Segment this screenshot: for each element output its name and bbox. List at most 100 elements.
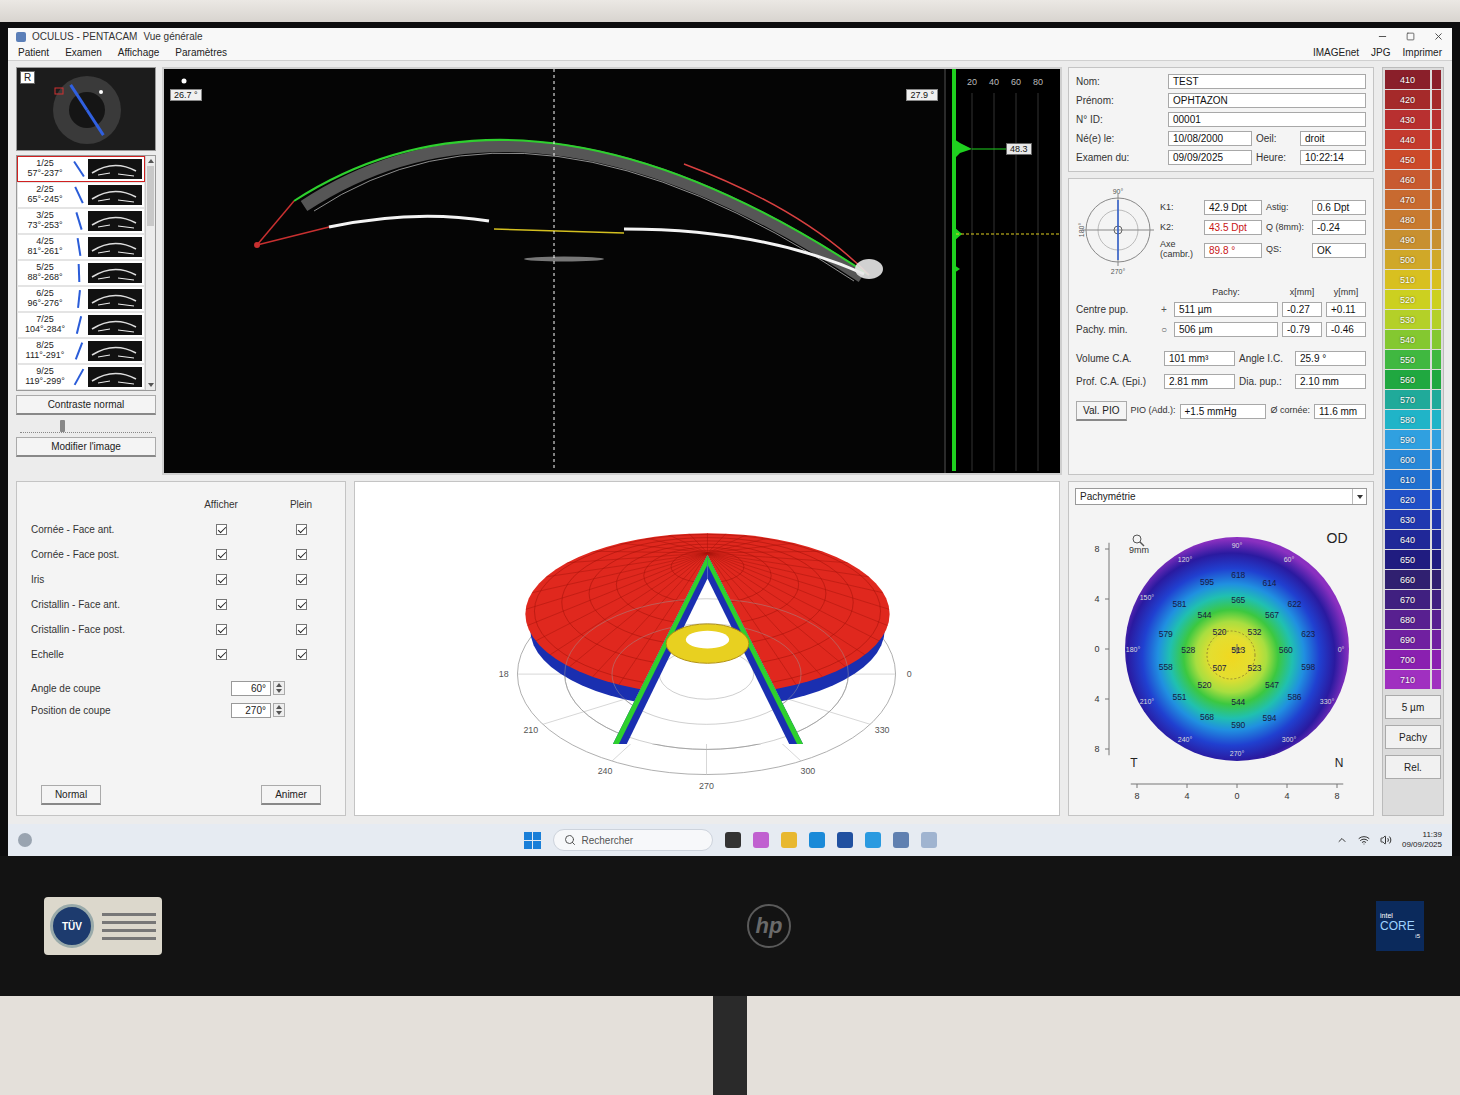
fill-checkbox[interactable] [296,574,307,585]
field-value[interactable]: TEST [1168,74,1366,89]
field-value[interactable]: 09/09/2025 [1168,150,1252,165]
peak-value: 48.3 [1006,143,1032,155]
scan-label: 4/2581°-261° [18,235,72,259]
scan-row[interactable]: 5/2588°-268° [17,260,145,286]
field-value[interactable]: OPHTAZON [1168,93,1366,108]
pentacam-icon[interactable] [893,832,909,848]
kerato-value: 0.6 Dpt [1312,200,1366,215]
step-button[interactable]: 5 µm [1385,695,1441,719]
scan-row[interactable]: 9/25119°-299° [17,364,145,390]
menu-item[interactable]: Patient [18,47,49,58]
close-icon[interactable] [1433,31,1444,42]
scan-row[interactable]: 8/25111°-291° [17,338,145,364]
field-value[interactable]: 10:22:14 [1300,150,1366,165]
kerato-value: 43.5 Dpt [1204,220,1262,235]
tray-chevron-icon[interactable] [1336,834,1348,846]
scale-step: 650 [1385,550,1441,569]
scale-mode-button[interactable]: Rel. [1385,755,1441,779]
widget-icon[interactable] [18,833,32,847]
search-box[interactable]: Rechercher [553,829,713,851]
fill-checkbox[interactable] [296,599,307,610]
store-icon[interactable] [837,832,853,848]
toolbar-item[interactable]: IMAGEnet [1313,47,1359,58]
spin-input[interactable]: 270° [231,703,331,718]
folder-icon[interactable] [781,832,797,848]
menu-item[interactable]: Examen [65,47,102,58]
scan-angle-icon [72,235,86,259]
menu-item[interactable]: Affichage [118,47,160,58]
imagenet-icon[interactable] [865,832,881,848]
axis-tick: 8 [1334,791,1339,801]
spin-input[interactable]: 60° [231,681,331,696]
toolbar-item[interactable]: Imprimer [1403,47,1442,58]
show-checkbox[interactable] [216,524,227,535]
eye-3d-view[interactable]: 182102402703003300 [354,481,1060,816]
cut-row: Angle de coupe60° [31,677,331,699]
fill-checkbox[interactable] [296,549,307,560]
svg-text:90°: 90° [1113,188,1124,195]
show-checkbox[interactable] [216,599,227,610]
toolbar-item[interactable]: JPG [1371,47,1390,58]
scale-step: 560 [1385,370,1441,389]
angle-label: 120° [1178,556,1193,563]
chamber-value: 2.10 mm [1295,374,1366,389]
network-icon[interactable] [1358,834,1370,846]
restore-icon[interactable] [1406,32,1415,41]
scan-label: 1/2557°-237° [18,157,72,181]
scheimpflug-image[interactable]: 26.7 °27.9 ° [164,69,944,473]
windows-icon[interactable] [524,832,541,849]
field-value[interactable]: 10/08/2000 [1168,131,1252,146]
view-button[interactable]: Animer [261,785,321,805]
scan-row[interactable]: 7/25104°-284° [17,312,145,338]
app-icon[interactable] [921,832,937,848]
show-checkbox[interactable] [216,624,227,635]
contrast-button[interactable]: Contraste normal [16,395,156,415]
view-button[interactable]: Normal [41,785,101,805]
scan-row[interactable]: 4/2581°-261° [17,234,145,260]
show-checkbox[interactable] [216,549,227,560]
scan-label: 2/2565°-245° [18,183,72,207]
scroll-bar[interactable] [145,156,155,390]
ring-label: 210 [523,725,538,735]
scan-row[interactable]: 6/2596°-276° [17,286,145,312]
edge-icon[interactable] [809,832,825,848]
contrast-slider[interactable] [20,419,152,433]
scan-row[interactable]: 1/2557°-237° [17,156,145,182]
clock[interactable]: 11:3909/09/2025 [1402,830,1442,849]
pachymetry-map[interactable]: 840488404890°120°60°150°180°0°210°330°24… [1075,509,1369,805]
scan-row[interactable]: 2/2565°-245° [17,182,145,208]
map-type-dropdown[interactable]: Pachymétrie [1075,488,1367,505]
densitometry-chart: 20406080 [946,69,1060,473]
scan-list[interactable]: 1/2557°-237°2/2565°-245°3/2573°-253°4/25… [16,155,156,391]
fill-checkbox[interactable] [296,524,307,535]
copilot-icon[interactable] [753,832,769,848]
angle-label: 210° [1140,698,1155,705]
minimize-icon[interactable] [1377,31,1388,42]
title-bar: OCULUS - PENTACAMVue générale [8,28,1452,45]
fill-checkbox[interactable] [296,649,307,660]
scale-mode-button[interactable]: Pachy [1385,725,1441,749]
axis-tick: 4 [1184,791,1189,801]
modify-image-button[interactable]: Modifier l'image [16,437,156,457]
kerato-label: K2: [1160,223,1200,233]
scan-row[interactable]: 3/2573°-253° [17,208,145,234]
ring-label: 240 [598,766,613,776]
thickness-value: 586 [1287,692,1301,702]
scan-label: 9/25119°-299° [18,365,72,389]
eye-thumbnail[interactable]: R [16,67,156,151]
axis-diagram: 90°180°270° [1076,185,1156,275]
menu-item[interactable]: Paramètres [175,47,227,58]
speaker-icon[interactable] [1380,834,1392,846]
field-value[interactable]: 00001 [1168,112,1366,127]
scan-label: 7/25104°-284° [18,313,72,337]
patient-field: Prénom:OPHTAZON [1076,93,1366,108]
thickness-value: 623 [1301,629,1315,639]
show-checkbox[interactable] [216,574,227,585]
field-value[interactable]: droit [1300,131,1366,146]
scale-step: 640 [1385,530,1441,549]
fill-checkbox[interactable] [296,624,307,635]
task-view-icon[interactable] [725,832,741,848]
birth-field: Né(e) le:10/08/2000Oeil:droit [1076,131,1366,146]
pio-button[interactable]: Val. PIO [1076,401,1127,421]
show-checkbox[interactable] [216,649,227,660]
